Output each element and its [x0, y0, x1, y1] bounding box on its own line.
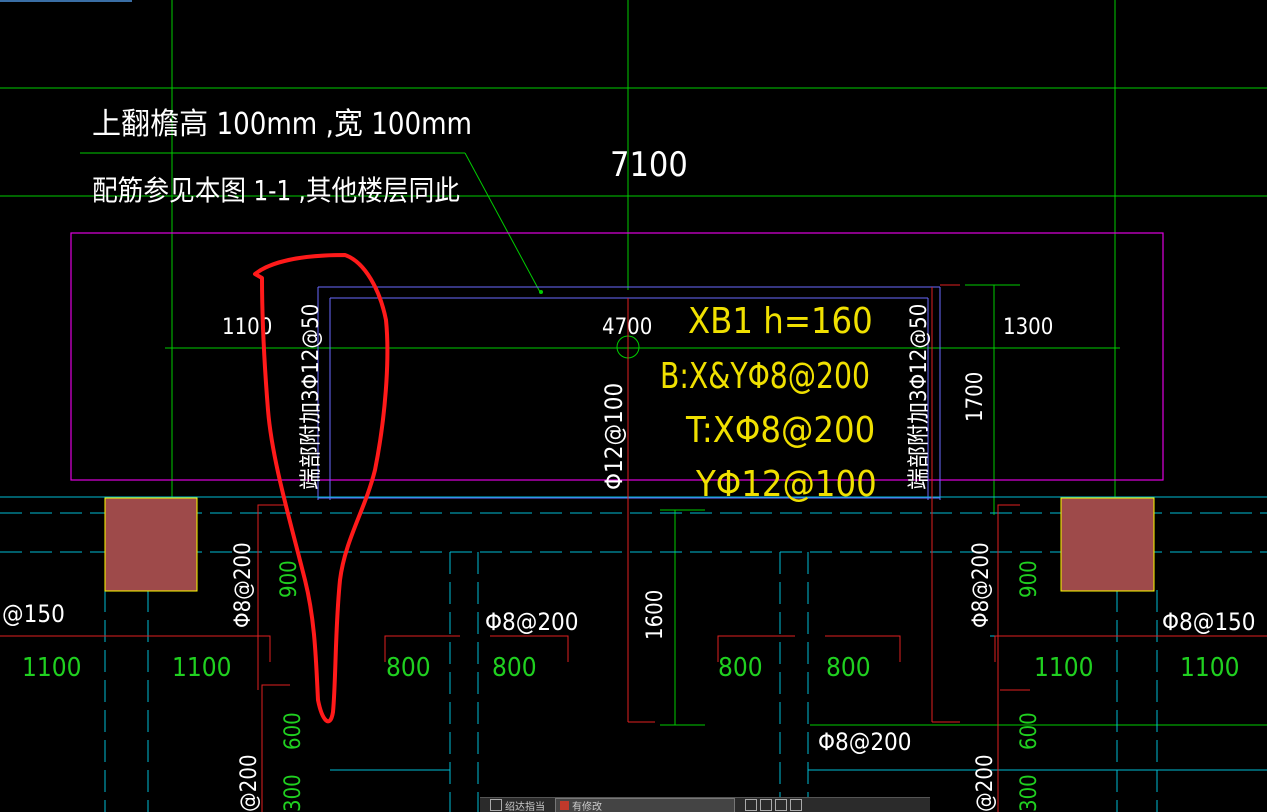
rebar-bottom-left: @200 — [237, 754, 262, 812]
beam-dim-0: 1100 — [22, 653, 82, 683]
dim-600-right: 600 — [1017, 712, 1042, 750]
note-line-1: 上翻檐高 100mm ,宽 100mm — [92, 107, 472, 142]
rebar-bottom-right: @200 — [973, 754, 998, 812]
beam-dim-5: 800 — [826, 653, 871, 683]
dim-900-left: 900 — [277, 560, 302, 598]
taskbar-item-1[interactable]: 绍达指当 — [486, 799, 549, 812]
cad-canvas[interactable]: 上翻檐高 100mm ,宽 100mm 配筋参见本图 1-1 ,其他楼层同此 7… — [0, 0, 1267, 812]
tray-icons[interactable] — [741, 799, 806, 812]
dim-900-right: 900 — [1017, 560, 1042, 598]
dim-300-right: 300 — [1017, 774, 1042, 812]
app-icon — [490, 799, 502, 811]
leader-dot — [539, 290, 543, 294]
dim-vert-right: 1700 — [963, 372, 988, 422]
copy-icon — [775, 799, 787, 811]
rebar-mid-label-1: Φ8@200 — [485, 608, 579, 636]
column-left[interactable] — [104, 497, 198, 592]
beam-dim-6: 1100 — [1034, 653, 1094, 683]
dim-right-span: 1300 — [1003, 315, 1053, 340]
arrow-icon — [760, 799, 772, 811]
column-right[interactable] — [1060, 497, 1155, 592]
rebar-mid-label-2: Φ8@200 — [818, 728, 912, 756]
print-icon — [790, 799, 802, 811]
note-line-2: 配筋参见本图 1-1 ,其他楼层同此 — [92, 174, 460, 207]
dim-600-left: 600 — [281, 712, 306, 750]
rebar-right-vertical: 端部附加3Φ12@50 — [907, 304, 932, 490]
rebar-left-edge: @150 — [2, 600, 65, 628]
rebar-left-vertical: 端部附加3Φ12@50 — [299, 304, 324, 490]
rebar-left-stirrup: Φ8@200 — [231, 542, 256, 628]
dim-mid-span: 4700 — [602, 315, 652, 340]
taskbar: 绍达指当 有修改 — [480, 797, 930, 812]
cad-drawing[interactable]: 上翻檐高 100mm ,宽 100mm 配筋参见本图 1-1 ,其他楼层同此 7… — [0, 0, 1267, 812]
dim-top-span: 7100 — [610, 145, 688, 185]
beam-dim-7: 1100 — [1180, 653, 1240, 683]
slab-name: XB1 h=160 — [688, 301, 873, 342]
pen-icon — [745, 799, 757, 811]
rebar-right-edge: Φ8@150 — [1162, 608, 1256, 636]
beam-dim-3: 800 — [492, 653, 537, 683]
slab-top-x-rebar: T:XΦ8@200 — [685, 410, 875, 451]
beam-dim-2: 800 — [386, 653, 431, 683]
rebar-right-stirrup: Φ8@200 — [969, 542, 994, 628]
dim-vert-mid: 1600 — [643, 590, 668, 640]
dim-300-left: 300 — [281, 774, 306, 812]
beam-dimension-row: 1100 1100 800 800 800 800 1100 1100 — [22, 653, 1240, 683]
slab-bottom-rebar: B:X&YΦ8@200 — [660, 356, 870, 397]
taskbar-item-2[interactable]: 有修改 — [555, 797, 735, 812]
beam-dim-4: 800 — [718, 653, 763, 683]
beam-dim-1: 1100 — [172, 653, 232, 683]
rebar-center-vertical: Φ12@100 — [600, 383, 628, 490]
window-icon — [560, 800, 569, 810]
slab-top-y-rebar: YΦ12@100 — [695, 464, 877, 505]
